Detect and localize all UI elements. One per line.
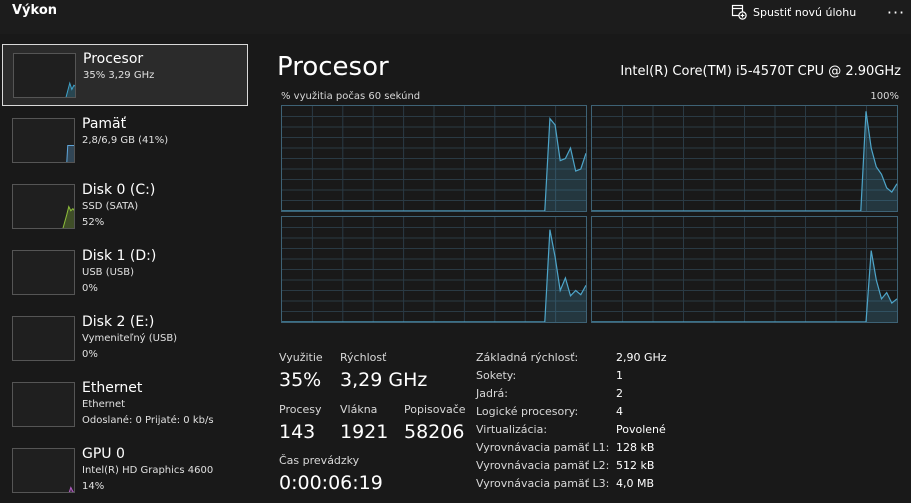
sidebar-item-gpu-0[interactable]: GPU 0 Intel(R) HD Graphics 4600 14% [2, 440, 248, 502]
handles-value: 58206 [404, 421, 465, 443]
spec-value-l1-cache: 128 kB [616, 441, 655, 454]
handles-label: Popisovače [404, 403, 466, 416]
spec-value-virtualization: Povolené [616, 423, 666, 436]
cpu-core-graph-0 [281, 105, 587, 212]
section-title: Procesor [277, 52, 389, 82]
memory-thumbnail-graph [12, 118, 75, 163]
processes-label: Procesy [279, 403, 322, 416]
spec-label-logical-processors: Logické procesory: [476, 405, 579, 418]
disk-0-thumbnail-graph [12, 184, 75, 229]
sidebar-item-detail: SSD (SATA) [82, 201, 139, 212]
cpu-core-graph-1 [591, 105, 898, 212]
sidebar-item-label: Disk 2 (E:) [82, 314, 155, 330]
utilization-value: 35% [279, 369, 322, 391]
gpu-0-thumbnail-graph [12, 448, 75, 493]
run-new-task-label: Spustiť novú úlohu [753, 5, 857, 19]
page-title: Výkon [12, 3, 58, 18]
sidebar-item-label: Disk 1 (D:) [82, 248, 157, 264]
sidebar-item-label: GPU 0 [82, 446, 125, 462]
spec-label-virtualization: Virtualizácia: [476, 423, 548, 436]
sidebar-item-detail: 2,8/6,9 GB (41%) [82, 135, 169, 146]
sidebar-item-disk-0[interactable]: Disk 0 (C:) SSD (SATA) 52% [2, 176, 248, 238]
sidebar-item-detail: Ethernet [82, 399, 126, 410]
sidebar-item-detail: 0% [82, 283, 98, 294]
graph-caption: % využitia počas 60 sekúnd [281, 91, 421, 102]
thumbnail-usage-area [62, 205, 74, 228]
sidebar-item-detail: 52% [82, 217, 105, 228]
spec-value-base-speed: 2,90 GHz [616, 351, 667, 364]
thumbnail-usage-area [68, 486, 74, 492]
spec-label-sockets: Sokety: [476, 369, 517, 382]
sidebar: Procesor 35% 3,29 GHz Pamäť 2,8/6,9 GB (… [0, 38, 252, 503]
sidebar-item-detail: Intel(R) HD Graphics 4600 [82, 465, 214, 476]
graph-max-label: 100% [870, 91, 899, 102]
sidebar-item-detail: 0% [82, 349, 98, 360]
cpu-core-graph-2 [281, 216, 587, 323]
new-task-icon [731, 4, 747, 20]
spec-value-logical-processors: 4 [616, 405, 623, 418]
spec-value-l3-cache: 4,0 MB [616, 477, 655, 490]
ethernet-thumbnail-graph [12, 382, 75, 427]
threads-value: 1921 [340, 421, 389, 443]
sidebar-item-detail: 35% 3,29 GHz [83, 70, 155, 81]
more-options-button[interactable]: ··· [884, 0, 908, 24]
sidebar-item-label: Ethernet [82, 380, 143, 396]
cpu-model-name: Intel(R) Core(TM) i5-4570T CPU @ 2.90GHz [620, 64, 901, 79]
sidebar-item-disk-2[interactable]: Disk 2 (E:) Vymeniteľný (USB) 0% [2, 308, 248, 370]
thumbnail-usage-area [66, 144, 74, 162]
header-bar: Výkon Spustiť novú úlohu ··· [0, 0, 911, 34]
processes-value: 143 [279, 421, 316, 443]
run-new-task-button[interactable]: Spustiť novú úlohu [731, 3, 856, 21]
sidebar-item-ethernet[interactable]: Ethernet Ethernet Odoslané: 0 Prijaté: 0… [2, 374, 248, 436]
processor-thumbnail-graph [13, 53, 76, 98]
sidebar-item-label: Pamäť [82, 116, 127, 132]
spec-label-base-speed: Základná rýchlosť: [476, 351, 579, 364]
speed-value: 3,29 GHz [340, 369, 428, 391]
uptime-label: Čas prevádzky [279, 454, 360, 467]
disk-2-thumbnail-graph [12, 316, 75, 361]
sidebar-item-detail: Vymeniteľný (USB) [82, 333, 178, 344]
spec-label-l2-cache: Vyrovnávacia pamäť L2: [476, 459, 610, 472]
utilization-label: Využitie [279, 351, 323, 364]
threads-label: Vlákna [340, 403, 378, 416]
speed-label: Rýchlosť [340, 351, 387, 364]
spec-value-l2-cache: 512 kB [616, 459, 655, 472]
sidebar-item-detail: 14% [82, 481, 105, 492]
spec-value-sockets: 1 [616, 369, 623, 382]
cpu-core-graph-3 [591, 216, 898, 323]
sidebar-item-label: Disk 0 (C:) [82, 182, 156, 198]
sidebar-item-disk-1[interactable]: Disk 1 (D:) USB (USB) 0% [2, 242, 248, 304]
spec-label-l1-cache: Vyrovnávacia pamäť L1: [476, 441, 610, 454]
sidebar-item-memory[interactable]: Pamäť 2,8/6,9 GB (41%) [2, 110, 248, 172]
sidebar-item-processor[interactable]: Procesor 35% 3,29 GHz [2, 44, 248, 106]
sidebar-item-detail: USB (USB) [82, 267, 135, 278]
sidebar-item-detail: Odoslané: 0 Prijaté: 0 kb/s [82, 415, 214, 426]
uptime-value: 0:00:06:19 [279, 472, 383, 494]
thumbnail-usage-area [65, 81, 75, 97]
spec-value-cores: 2 [616, 387, 623, 400]
disk-1-thumbnail-graph [12, 250, 75, 295]
sidebar-item-label: Procesor [83, 51, 144, 67]
spec-label-cores: Jadrá: [476, 387, 508, 400]
spec-label-l3-cache: Vyrovnávacia pamäť L3: [476, 477, 610, 490]
